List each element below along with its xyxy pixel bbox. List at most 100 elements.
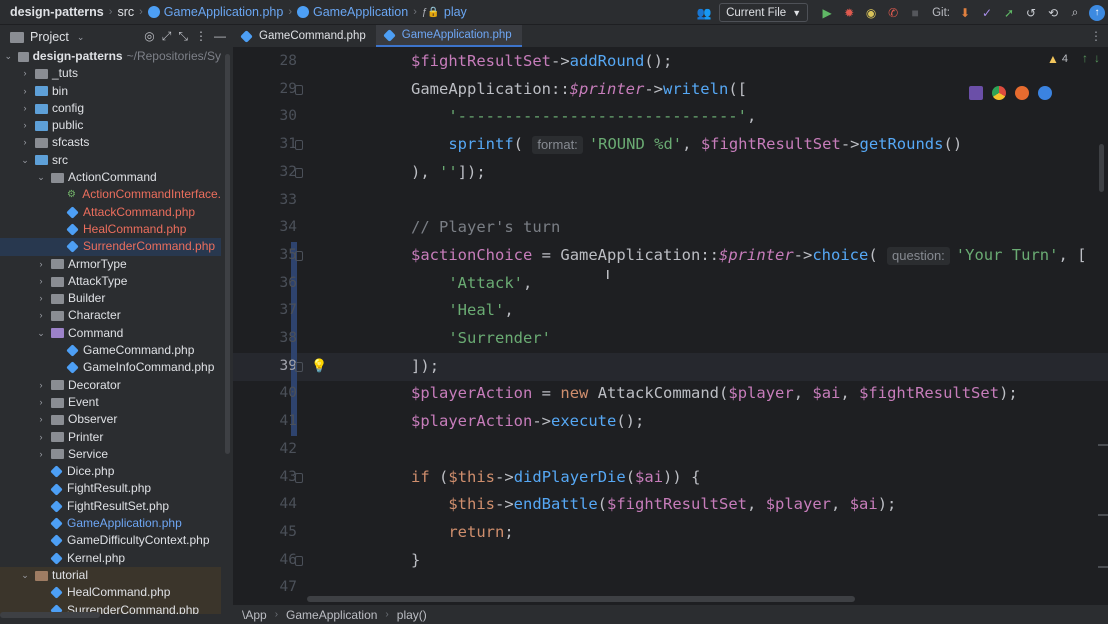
project-panel-title[interactable]: Project (30, 30, 69, 44)
tree-scrollbar[interactable] (222, 48, 232, 614)
fold-marker-icon[interactable] (295, 250, 303, 261)
run-configuration-select[interactable]: Current File ▼ (719, 3, 809, 22)
editor-tab[interactable]: GameApplication.php (375, 25, 522, 47)
git-push-icon[interactable]: ➚ (999, 3, 1019, 23)
chevron-right-icon[interactable]: › (20, 134, 30, 151)
chrome-icon[interactable] (992, 86, 1006, 100)
safari-icon[interactable] (1038, 86, 1052, 100)
tree-item[interactable]: HealCommand.php (0, 221, 221, 238)
chevron-right-icon[interactable]: › (20, 100, 30, 117)
more-icon[interactable]: ⋮ (195, 29, 207, 44)
chevron-right-icon[interactable]: › (20, 83, 30, 100)
status-method[interactable]: play() (397, 608, 427, 622)
tree-item[interactable]: › sfcasts (0, 134, 221, 151)
code-line[interactable]: ), '']); (411, 159, 486, 187)
history-icon[interactable]: ↺ (1021, 3, 1041, 23)
update-icon[interactable]: ↑ (1087, 3, 1107, 23)
inspection-navigation[interactable]: ↑ ↓ (1082, 51, 1100, 65)
breadcrumb-folder[interactable]: src (117, 5, 134, 19)
tree-item[interactable]: FightResultSet.php (0, 498, 221, 515)
tree-item[interactable]: ⌄ tutorial (0, 566, 221, 585)
tree-item[interactable]: AttackCommand.php (0, 204, 221, 221)
tree-item[interactable]: › ArmorType (0, 256, 221, 273)
tree-item[interactable]: ⌄ Command (0, 325, 221, 342)
phone-icon[interactable]: ✆ (883, 3, 903, 23)
code-line[interactable]: ]); (411, 353, 439, 381)
tree-item[interactable]: FightResult.php (0, 480, 221, 497)
code-line[interactable]: if ($this->didPlayerDie($ai)) { (411, 464, 700, 492)
tree-item[interactable]: Dice.php (0, 463, 221, 480)
phpstorm-icon[interactable] (969, 86, 983, 100)
arrow-up-icon[interactable]: ↑ (1082, 51, 1088, 65)
chevron-right-icon[interactable]: › (36, 290, 46, 307)
expand-icon[interactable]: ⤢ (162, 29, 172, 44)
code-line[interactable]: // Player's turn (411, 214, 560, 242)
tree-item[interactable]: › public (0, 117, 221, 134)
breadcrumb-class[interactable]: GameApplication (313, 5, 408, 19)
code-line[interactable]: 'Surrender' (411, 325, 551, 353)
chevron-right-icon[interactable]: › (36, 377, 46, 394)
chevron-down-icon[interactable]: ⌄ (4, 48, 13, 65)
search-icon[interactable]: ⌕ (1065, 3, 1085, 23)
code-line[interactable]: 'Attack', (411, 270, 532, 298)
code-line[interactable]: sprintf( format: 'ROUND %d', $fightResult… (411, 131, 962, 159)
code-line[interactable]: return; (411, 519, 513, 547)
code-line[interactable]: $playerAction = new AttackCommand($playe… (411, 380, 1018, 408)
fold-marker-icon[interactable] (295, 361, 303, 372)
tree-item[interactable]: GameInfoCommand.php (0, 359, 221, 376)
chevron-down-icon[interactable]: ⌄ (20, 567, 30, 584)
tree-item[interactable]: › AttackType (0, 273, 221, 290)
code-line[interactable]: GameApplication::$printer->writeln([ (411, 76, 747, 104)
status-class[interactable]: GameApplication (286, 608, 377, 622)
locate-icon[interactable]: ◎ (144, 29, 154, 44)
collapse-icon[interactable]: ⤡ (178, 29, 188, 44)
code-line[interactable]: '------------------------------', (411, 103, 756, 131)
chevron-right-icon[interactable]: › (36, 256, 46, 273)
chevron-down-icon[interactable]: ⌄ (20, 152, 30, 169)
tree-item[interactable]: GameDifficultyContext.php (0, 532, 221, 549)
firefox-icon[interactable] (1015, 86, 1029, 100)
fold-marker-icon[interactable] (295, 555, 303, 566)
chevron-down-icon[interactable]: ⌄ (36, 325, 46, 342)
inspection-widget[interactable]: ▲ 4 (1047, 52, 1068, 66)
code-line[interactable]: } (411, 547, 420, 575)
tree-root[interactable]: ⌄ design-patterns ~/Repositories/Sy (0, 48, 221, 65)
fold-marker-icon[interactable] (295, 472, 303, 483)
breadcrumb-file[interactable]: GameApplication.php (164, 5, 284, 19)
stop-icon[interactable]: ■ (905, 3, 925, 23)
debug-icon[interactable]: ✹ (839, 3, 859, 23)
editor-horizontal-scrollbar[interactable] (307, 596, 855, 602)
tree-item[interactable]: › Service (0, 446, 221, 463)
code-line[interactable]: $this->endBattle($fightResultSet, $playe… (411, 491, 896, 519)
run-icon[interactable]: ▶ (817, 3, 837, 23)
tree-item[interactable]: HealCommand.php (0, 584, 221, 602)
fold-marker-icon[interactable] (295, 167, 303, 178)
arrow-down-icon[interactable]: ↓ (1094, 51, 1100, 65)
fold-marker-icon[interactable] (295, 84, 303, 95)
git-commit-icon[interactable]: ✓ (977, 3, 997, 23)
tree-item[interactable]: › Character (0, 307, 221, 324)
rollback-icon[interactable]: ⟲ (1043, 3, 1063, 23)
status-namespace[interactable]: \App (242, 608, 267, 622)
tree-item[interactable]: › Printer (0, 429, 221, 446)
tree-item[interactable]: ⌄ src (0, 152, 221, 169)
tree-item[interactable]: ⚙ ActionCommandInterface. (0, 186, 221, 203)
user-icon[interactable]: 👥 (694, 3, 714, 23)
tree-item[interactable]: › Decorator (0, 377, 221, 394)
tree-item[interactable]: GameCommand.php (0, 342, 221, 359)
chevron-down-icon[interactable]: ⌄ (36, 169, 46, 186)
tree-item[interactable]: Kernel.php (0, 550, 221, 567)
chevron-right-icon[interactable]: › (36, 394, 46, 411)
code-editor[interactable]: 28 29 30 31 32 33 34 35 36 37 38 39 40 41 42 43 44 45 46 47… (233, 48, 1108, 604)
code-line[interactable]: $fightResultSet->addRound(); (411, 48, 672, 76)
code-line[interactable]: $playerAction->execute(); (411, 408, 644, 436)
chevron-right-icon[interactable]: › (36, 429, 46, 446)
chevron-right-icon[interactable]: › (36, 307, 46, 324)
git-update-icon[interactable]: ⬇ (955, 3, 975, 23)
tree-item[interactable]: › Event (0, 394, 221, 411)
fold-marker-icon[interactable] (295, 140, 303, 151)
breadcrumb-method[interactable]: play (444, 5, 467, 19)
chevron-right-icon[interactable]: › (36, 411, 46, 428)
tree-horizontal-scrollbar[interactable] (0, 612, 100, 618)
chevron-right-icon[interactable]: › (20, 65, 30, 82)
